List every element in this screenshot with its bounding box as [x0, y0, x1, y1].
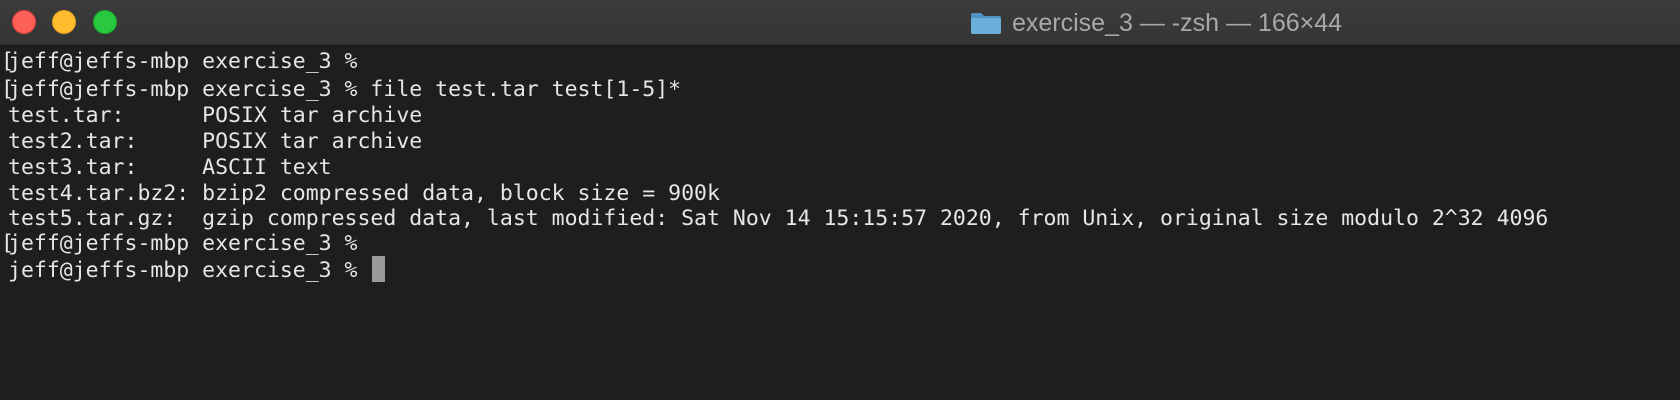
text-cursor [372, 256, 386, 282]
active-prompt: jeff@jeffs-mbp exercise_3 % [8, 258, 371, 283]
prompt-line: jeff@jeffs-mbp exercise_3 % [8, 49, 358, 74]
window-title-group: exercise_3 — -zsh — 166×44 [970, 0, 1342, 46]
terminal-output[interactable]: [ [ [ jeff@jeffs-mbp exercise_3 % jeff@j… [0, 46, 1680, 400]
close-button[interactable] [12, 10, 36, 34]
minimize-button[interactable] [52, 10, 76, 34]
output-line: test.tar: POSIX tar archive [8, 103, 423, 128]
command-line: jeff@jeffs-mbp exercise_3 % file test.ta… [8, 77, 682, 102]
terminal-window: exercise_3 — -zsh — 166×44 [ [ [ jeff@je… [0, 0, 1680, 400]
output-line: test3.tar: ASCII text [8, 155, 332, 180]
title-bar[interactable]: exercise_3 — -zsh — 166×44 [0, 0, 1680, 46]
folder-icon [971, 13, 1001, 34]
active-prompt-line[interactable]: jeff@jeffs-mbp exercise_3 % [8, 256, 386, 284]
output-line: test4.tar.bz2: bzip2 compressed data, bl… [8, 181, 720, 206]
maximize-button[interactable] [93, 10, 117, 34]
window-title: exercise_3 — -zsh — 166×44 [1012, 8, 1343, 37]
prompt-line: jeff@jeffs-mbp exercise_3 % [8, 231, 358, 256]
output-line: test2.tar: POSIX tar archive [8, 129, 423, 154]
output-line: test5.tar.gz: gzip compressed data, last… [8, 206, 1549, 231]
